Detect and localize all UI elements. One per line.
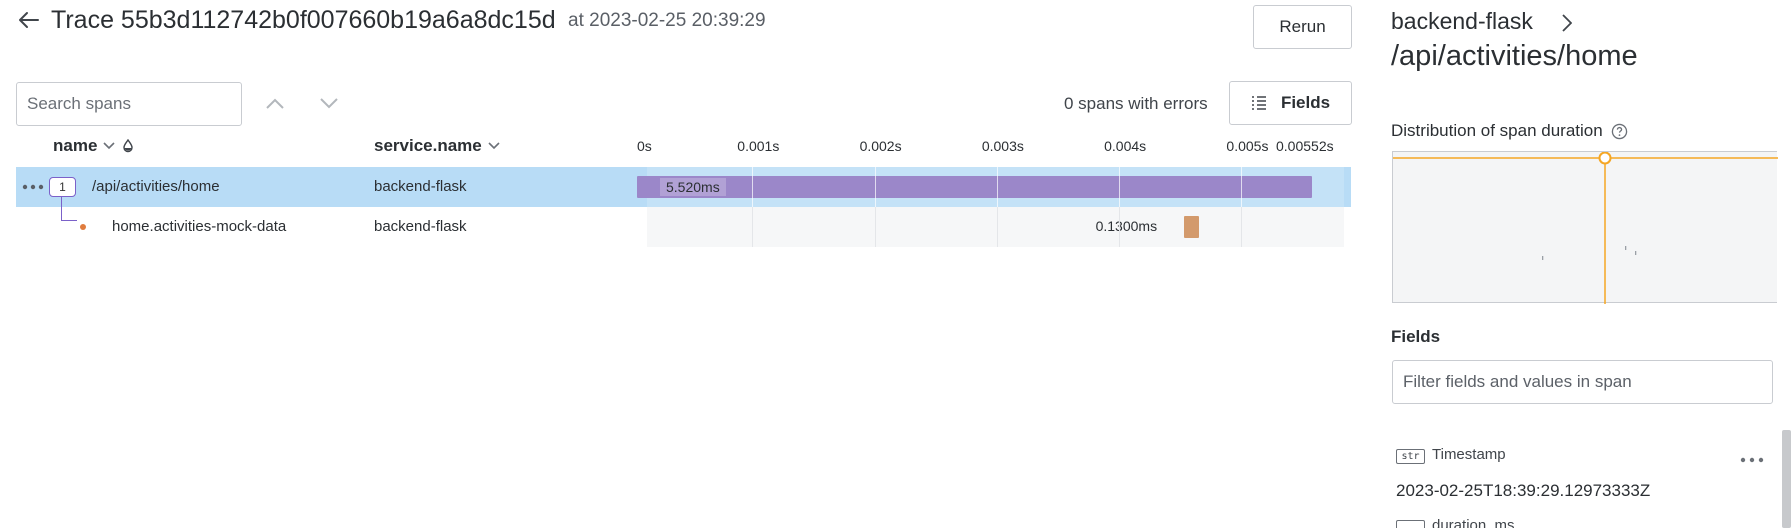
detail-span-name: /api/activities/home [1391, 40, 1638, 72]
tree-connector [61, 197, 77, 221]
distribution-title: Distribution of span duration [1391, 121, 1628, 141]
list-icon [1251, 96, 1266, 110]
filter-fields-input[interactable] [1392, 360, 1773, 404]
fields-button-label: Fields [1280, 93, 1331, 112]
column-header-name[interactable]: name [53, 136, 135, 156]
timeline-tick-label: 0.005s [1226, 138, 1269, 154]
timeline-gridline [752, 207, 754, 247]
fields-button[interactable]: Fields [1229, 81, 1352, 125]
span-name: /api/activities/home [92, 178, 220, 195]
field-key: Timestamp [1432, 446, 1506, 463]
span-name: home.activities-mock-data [112, 218, 287, 235]
timeline-tick-label: 0s [637, 138, 652, 154]
timeline-tick-label: 0.003s [981, 138, 1024, 154]
child-count-badge[interactable]: 1 [49, 177, 76, 197]
column-service-label: service.name [374, 136, 482, 155]
timeline-gridline [1241, 167, 1243, 207]
chevron-up-icon[interactable] [258, 88, 292, 118]
back-arrow-icon[interactable] [14, 6, 44, 34]
chevron-down-icon [103, 142, 115, 150]
timeline-gridline [996, 207, 998, 247]
distribution-title-text: Distribution of span duration [1391, 121, 1603, 140]
span-row[interactable]: home.activities-mock-data backend-flask … [16, 197, 1351, 247]
timeline-gridline [874, 207, 876, 247]
timeline-gridline [996, 167, 998, 207]
timeline-gridline [752, 167, 754, 207]
distribution-point [1635, 251, 1637, 255]
span-duration-distribution-chart[interactable] [1392, 151, 1778, 304]
search-spans-input[interactable] [16, 82, 242, 126]
span-row[interactable]: 1 /api/activities/home backend-flask 5.5… [16, 167, 1351, 207]
detail-service-name[interactable]: backend-flask [1391, 8, 1533, 35]
column-header-service[interactable]: service.name [374, 136, 500, 156]
span-duration-bar[interactable] [1183, 216, 1200, 238]
field-key: duration_ms [1432, 517, 1515, 528]
span-duration-label: 5.520ms [660, 178, 726, 196]
field-value[interactable]: 2023-02-25T18:39:29.12973333Z [1396, 481, 1650, 501]
field-type-badge [1396, 520, 1425, 528]
distribution-point [1625, 246, 1627, 250]
distribution-point [1542, 256, 1544, 260]
more-dots-icon[interactable] [22, 177, 46, 197]
help-icon[interactable] [1611, 123, 1628, 140]
rerun-button[interactable]: Rerun [1253, 5, 1352, 49]
span-service: backend-flask [374, 178, 467, 195]
chevron-down-icon[interactable] [312, 88, 346, 118]
span-status-dot [80, 224, 86, 230]
timeline-tick-label: 0.002s [859, 138, 902, 154]
trace-title: Trace 55b3d112742b0f007660b19a6a8dc15d [51, 6, 556, 34]
timeline-gridline [874, 167, 876, 207]
span-service: backend-flask [374, 218, 467, 235]
chevron-right-icon[interactable] [1556, 11, 1578, 35]
color-drop-icon[interactable] [121, 139, 135, 153]
span-duration-bar[interactable] [637, 176, 1312, 198]
timeline-tick-label: 0.00552s [1276, 138, 1334, 154]
timeline-gridline [1119, 167, 1121, 207]
timeline-tick-label: 0.001s [737, 138, 780, 154]
trace-timestamp: at 2023-02-25 20:39:29 [568, 10, 766, 31]
errors-count: 0 spans with errors [1064, 94, 1208, 113]
column-name-label: name [53, 136, 98, 155]
panel-scrollbar[interactable] [1782, 430, 1791, 528]
span-duration-label: 0.1300ms [1095, 218, 1158, 234]
timeline-gridline [1119, 207, 1121, 247]
more-dots-icon[interactable] [1738, 450, 1766, 470]
timeline-tick-label: 0.004s [1104, 138, 1147, 154]
fields-section-title: Fields [1391, 327, 1441, 346]
chevron-down-icon [488, 142, 500, 150]
timeline-gridline [1241, 207, 1243, 247]
field-type-badge: str [1396, 449, 1425, 464]
selected-span-marker [1598, 151, 1612, 165]
